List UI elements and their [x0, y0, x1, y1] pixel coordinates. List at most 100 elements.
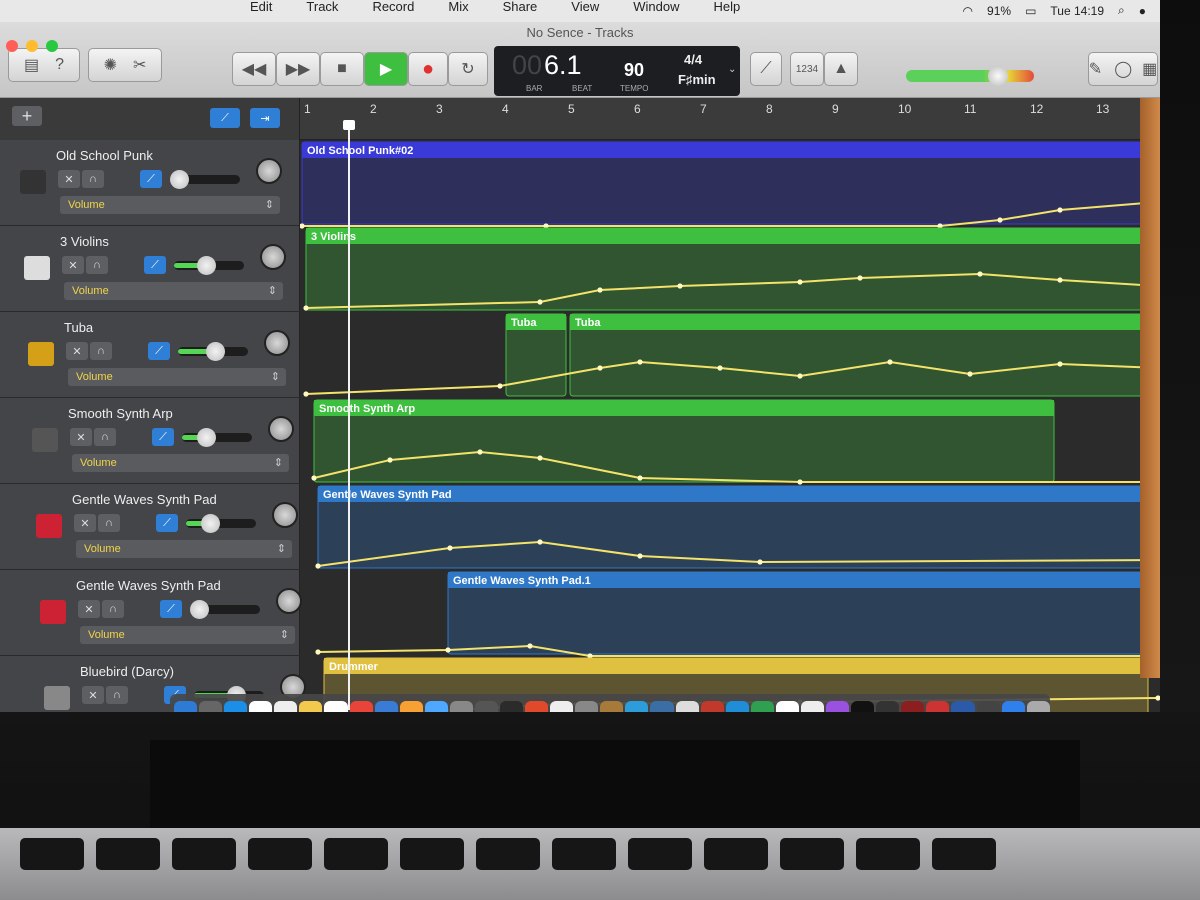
clock[interactable]: Tue 14:19	[1050, 4, 1104, 18]
automation-point[interactable]	[447, 545, 453, 551]
region-title-bar[interactable]	[314, 400, 1054, 416]
flex-toggle-icon[interactable]: ⇥	[250, 108, 280, 128]
automation-point[interactable]	[315, 563, 321, 569]
count-in-button[interactable]: 1234	[790, 52, 824, 86]
mute-icon[interactable]: ✕	[78, 600, 100, 618]
automation-point[interactable]	[977, 271, 983, 277]
lcd-display[interactable]: 00 6.1 BAR BEAT 90 TEMPO 4/4 F♯min ⌄	[494, 46, 740, 96]
dock-app-icon[interactable]	[901, 701, 925, 712]
media-browser-icon[interactable]: ▦	[1142, 59, 1157, 79]
automation-point[interactable]	[303, 391, 309, 397]
dock-app-icon[interactable]	[299, 701, 323, 712]
search-icon[interactable]: ⌕	[1118, 3, 1125, 18]
dock-app-icon[interactable]	[474, 701, 499, 712]
automation-selector[interactable]: Volume ⇕	[76, 540, 292, 558]
loop-browser-icon[interactable]: ◯	[1114, 59, 1132, 79]
dock-app-icon[interactable]	[876, 701, 900, 712]
pan-knob[interactable]	[268, 416, 294, 442]
dock-app-icon[interactable]	[349, 701, 373, 712]
headphones-icon[interactable]: ∩	[94, 428, 116, 446]
headphones-icon[interactable]: ∩	[86, 256, 108, 274]
volume-slider[interactable]	[182, 428, 252, 447]
stop-button[interactable]: ■	[320, 52, 364, 86]
dock-app-icon[interactable]	[324, 701, 348, 712]
headphones-icon[interactable]: ∩	[106, 686, 128, 704]
volume-slider[interactable]	[174, 256, 244, 275]
automation-point[interactable]	[527, 643, 533, 649]
automation-point[interactable]	[597, 365, 603, 371]
tuner-icon[interactable]: ⟋	[750, 52, 782, 86]
menu-help[interactable]: Help	[713, 0, 740, 14]
automation-point[interactable]	[797, 479, 803, 485]
mute-icon[interactable]: ✕	[66, 342, 88, 360]
automation-point[interactable]	[1057, 277, 1063, 283]
play-button[interactable]: ▶	[364, 52, 408, 86]
headphones-icon[interactable]: ∩	[98, 514, 120, 532]
dock-app-icon[interactable]	[625, 701, 649, 712]
mute-icon[interactable]: ✕	[70, 428, 92, 446]
mute-icon[interactable]: ✕	[58, 170, 80, 188]
automation-selector[interactable]: Volume ⇕	[80, 626, 295, 644]
dock-app-icon[interactable]	[750, 701, 774, 712]
dock-app-icon[interactable]	[951, 701, 975, 712]
dock-app-icon[interactable]	[550, 701, 574, 712]
headphones-icon[interactable]: ∩	[82, 170, 104, 188]
track-name[interactable]: Gentle Waves Synth Pad	[76, 578, 221, 593]
automation-point[interactable]	[311, 475, 317, 481]
dock-app-icon[interactable]	[1026, 701, 1050, 712]
dock-app-icon[interactable]	[449, 701, 473, 712]
automation-point[interactable]	[445, 647, 451, 653]
user-icon[interactable]: ●	[1139, 4, 1146, 18]
close-button[interactable]	[6, 40, 18, 52]
mute-icon[interactable]: ✕	[82, 686, 104, 704]
automation-point[interactable]	[637, 475, 643, 481]
automation-selector[interactable]: Volume ⇕	[68, 368, 286, 386]
automation-point[interactable]	[887, 359, 893, 365]
track-name[interactable]: Tuba	[64, 320, 93, 335]
help-icon[interactable]: ?	[55, 56, 64, 74]
menu-edit[interactable]: Edit	[250, 0, 272, 14]
automation-icon[interactable]: ⟋	[148, 342, 170, 360]
track-name[interactable]: Bluebird (Darcy)	[80, 664, 174, 679]
menu-record[interactable]: Record	[372, 0, 414, 14]
track-header[interactable]: Gentle Waves Synth Pad ✕ ∩ ⟋ Volume ⇕	[0, 484, 300, 570]
smart-controls-icon[interactable]: ✺	[104, 55, 117, 75]
wifi-icon[interactable]: ◠	[963, 4, 973, 18]
automation-point[interactable]	[637, 359, 643, 365]
region-title-bar[interactable]	[324, 658, 1148, 674]
dock-app-icon[interactable]	[926, 701, 950, 712]
minimize-button[interactable]	[26, 40, 38, 52]
volume-slider[interactable]	[186, 514, 256, 533]
menu-track[interactable]: Track	[306, 0, 338, 14]
automation-point[interactable]	[717, 365, 723, 371]
menu-share[interactable]: Share	[503, 0, 538, 14]
timeline-ruler[interactable]: 1 2 3 4 5 6 7 8 9 10 11 12 13	[300, 98, 1160, 140]
playhead-handle[interactable]	[343, 120, 355, 130]
dock-app-icon[interactable]	[575, 701, 599, 712]
automation-point[interactable]	[497, 383, 503, 389]
mute-icon[interactable]: ✕	[62, 256, 84, 274]
dock-app-icon[interactable]	[199, 701, 223, 712]
region-title-bar[interactable]	[302, 142, 1158, 158]
pan-knob[interactable]	[264, 330, 290, 356]
track-name[interactable]: Old School Punk	[56, 148, 153, 163]
scissors-icon[interactable]: ✂	[133, 55, 146, 75]
library-icon[interactable]: ▤	[24, 55, 39, 75]
volume-knob[interactable]	[201, 514, 220, 533]
playhead[interactable]	[343, 120, 355, 710]
notepad-icon[interactable]: ✎	[1089, 59, 1102, 79]
automation-selector[interactable]: Volume ⇕	[64, 282, 283, 300]
pan-knob[interactable]	[272, 502, 298, 528]
track-header[interactable]: Old School Punk ✕ ∩ ⟋ Volume ⇕	[0, 140, 300, 226]
dock-app-icon[interactable]	[174, 701, 198, 712]
automation-toggle-icon[interactable]: ⟋	[210, 108, 240, 128]
dock-app-icon[interactable]	[826, 701, 850, 712]
zoom-button[interactable]	[46, 40, 58, 52]
mute-icon[interactable]: ✕	[74, 514, 96, 532]
volume-slider[interactable]	[170, 170, 240, 189]
automation-point[interactable]	[597, 287, 603, 293]
dock-app-icon[interactable]	[500, 701, 524, 712]
track-name[interactable]: 3 Violins	[60, 234, 109, 249]
automation-point[interactable]	[797, 373, 803, 379]
metronome-icon[interactable]: ▲	[824, 52, 858, 86]
